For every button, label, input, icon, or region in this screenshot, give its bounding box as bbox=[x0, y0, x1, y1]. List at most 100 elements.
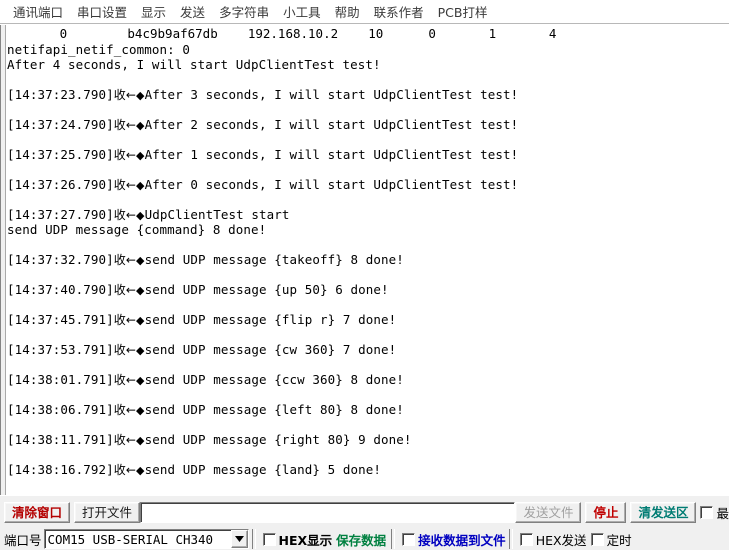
arrow-left-icon: ← bbox=[125, 463, 137, 477]
diamond-icon: ◆ bbox=[136, 464, 145, 477]
port-settings-row: 端口号 COM15 USB-SERIAL CH340 HEX显示 保存数据 接收… bbox=[0, 528, 729, 550]
menu-display[interactable]: 显示 bbox=[134, 0, 173, 23]
receive-direction-marker: 收 bbox=[113, 148, 126, 162]
menu-help[interactable]: 帮助 bbox=[328, 0, 367, 23]
diamond-icon: ◆ bbox=[136, 254, 145, 267]
bottom-panel: 清除窗口 打开文件 发送文件 停止 清发送区 最 端口号 COM15 USB-S… bbox=[0, 495, 729, 550]
diamond-icon: ◆ bbox=[136, 374, 145, 387]
chevron-down-icon[interactable] bbox=[230, 530, 248, 548]
checkbox-box[interactable] bbox=[700, 506, 714, 519]
sscom-serial-assistant-window: 通讯端口 串口设置 显示 发送 多字符串 小工具 帮助 联系作者 PCB打样 0 b4c9b9a… bbox=[0, 0, 729, 550]
hex-display-label: HEX显示 bbox=[278, 532, 333, 548]
log-message: send UDP message {land} 5 done! bbox=[144, 462, 381, 477]
receive-text-output[interactable]: 0 b4c9b9af67db 192.168.10.2 10 0 1 4 neti… bbox=[6, 25, 729, 495]
menu-pcb-proofing[interactable]: PCB打样 bbox=[431, 0, 495, 23]
receive-direction-marker: 收 bbox=[113, 313, 126, 327]
log-timestamp: [14:37:24.790] bbox=[7, 117, 114, 132]
receive-to-file-label: 接收数据到文件 bbox=[418, 532, 506, 548]
log-timestamp: [14:37:26.790] bbox=[7, 177, 114, 192]
checkbox-box[interactable] bbox=[402, 532, 416, 546]
terminal-log-line: [14:37:32.790]收←◆send UDP message {takeo… bbox=[7, 252, 729, 267]
terminal-plain-line: netifapi_netif_common: 0 bbox=[7, 42, 191, 57]
terminal-log-line: [14:37:45.791]收←◆send UDP message {flip … bbox=[7, 312, 729, 327]
log-message: send UDP message {up 50} 6 done! bbox=[144, 282, 389, 297]
menu-comm-port[interactable]: 通讯端口 bbox=[6, 0, 70, 23]
clear-send-area-button[interactable]: 清发送区 bbox=[630, 502, 697, 523]
arrow-left-icon: ← bbox=[125, 403, 137, 417]
receive-direction-marker: 收 bbox=[113, 463, 126, 477]
checkbox-box[interactable] bbox=[590, 532, 604, 546]
checkbox-box[interactable] bbox=[262, 532, 276, 546]
terminal-log-line: [14:38:01.791]收←◆send UDP message {ccw 3… bbox=[7, 372, 729, 387]
diamond-icon: ◆ bbox=[136, 119, 145, 132]
clear-window-button[interactable]: 清除窗口 bbox=[4, 502, 71, 523]
receive-area: 0 b4c9b9af67db 192.168.10.2 10 0 1 4 neti… bbox=[0, 24, 729, 495]
topmost-checkbox[interactable]: 最 bbox=[700, 503, 729, 522]
save-data-button[interactable]: 保存数据 bbox=[336, 530, 388, 549]
log-timestamp: [14:37:53.791] bbox=[7, 342, 114, 357]
diamond-icon: ◆ bbox=[136, 434, 145, 447]
menu-serial-settings[interactable]: 串口设置 bbox=[70, 0, 134, 23]
file-path-input[interactable] bbox=[140, 502, 516, 523]
divider bbox=[251, 529, 256, 549]
log-timestamp: [14:37:23.790] bbox=[7, 87, 114, 102]
log-message: send UDP message {takeoff} 8 done! bbox=[144, 252, 404, 267]
log-timestamp: [14:38:06.791] bbox=[7, 402, 114, 417]
file-toolbar-row: 清除窗口 打开文件 发送文件 停止 清发送区 最 bbox=[0, 500, 729, 525]
terminal-log-line: [14:38:16.792]收←◆send UDP message {land}… bbox=[7, 462, 729, 477]
receive-to-file-checkbox[interactable]: 接收数据到文件 bbox=[402, 530, 506, 549]
receive-direction-marker: 收 bbox=[113, 433, 126, 447]
timed-send-checkbox[interactable]: 定时 bbox=[590, 530, 632, 549]
arrow-left-icon: ← bbox=[125, 208, 137, 222]
receive-direction-marker: 收 bbox=[113, 178, 126, 192]
log-message: UdpClientTest start bbox=[144, 207, 290, 222]
menu-bar: 通讯端口 串口设置 显示 发送 多字符串 小工具 帮助 联系作者 PCB打样 bbox=[0, 0, 729, 24]
log-message: send UDP message {right 80} 9 done! bbox=[144, 432, 412, 447]
terminal-plain-line: send UDP message {command} 8 done! bbox=[7, 222, 267, 237]
checkbox-box[interactable] bbox=[519, 532, 533, 546]
hex-display-checkbox[interactable]: HEX显示 bbox=[262, 530, 333, 549]
log-message: After 3 seconds, I will start UdpClientT… bbox=[144, 87, 519, 102]
diamond-icon: ◆ bbox=[136, 404, 145, 417]
log-message: send UDP message {cw 360} 7 done! bbox=[144, 342, 397, 357]
terminal-log-line: [14:38:11.791]收←◆send UDP message {right… bbox=[7, 432, 729, 447]
menu-send[interactable]: 发送 bbox=[173, 0, 212, 23]
receive-direction-marker: 收 bbox=[113, 208, 126, 222]
terminal-log-line: [14:37:27.790]收←◆UdpClientTest start bbox=[7, 207, 729, 222]
port-label: 端口号 bbox=[4, 532, 42, 548]
arrow-left-icon: ← bbox=[125, 88, 137, 102]
log-message: After 2 seconds, I will start UdpClientT… bbox=[144, 117, 519, 132]
stop-button[interactable]: 停止 bbox=[585, 502, 627, 523]
menu-contact-author[interactable]: 联系作者 bbox=[367, 0, 431, 23]
diamond-icon: ◆ bbox=[136, 149, 145, 162]
open-file-button[interactable]: 打开文件 bbox=[74, 502, 141, 523]
send-file-button[interactable]: 发送文件 bbox=[515, 502, 582, 523]
log-message: send UDP message {left 80} 8 done! bbox=[144, 402, 404, 417]
log-timestamp: [14:37:32.790] bbox=[7, 252, 114, 267]
port-select[interactable]: COM15 USB-SERIAL CH340 bbox=[43, 529, 249, 549]
log-timestamp: [14:37:25.790] bbox=[7, 147, 114, 162]
receive-direction-marker: 收 bbox=[113, 343, 126, 357]
topmost-label: 最 bbox=[716, 506, 729, 521]
log-message: After 0 seconds, I will start UdpClientT… bbox=[144, 177, 519, 192]
menu-tools[interactable]: 小工具 bbox=[276, 0, 328, 23]
log-timestamp: [14:37:40.790] bbox=[7, 282, 114, 297]
terminal-log-line: [14:37:23.790]收←◆After 3 seconds, I will… bbox=[7, 87, 729, 102]
diamond-icon: ◆ bbox=[136, 179, 145, 192]
terminal-log-line: [14:37:40.790]收←◆send UDP message {up 50… bbox=[7, 282, 729, 297]
arrow-left-icon: ← bbox=[125, 253, 137, 267]
arrow-left-icon: ← bbox=[125, 313, 137, 327]
menu-multi-string[interactable]: 多字符串 bbox=[212, 0, 276, 23]
hex-send-checkbox[interactable]: HEX发送 bbox=[519, 530, 587, 549]
divider bbox=[391, 529, 396, 549]
terminal-plain-line: After 4 seconds, I will start UdpClientT… bbox=[7, 57, 381, 72]
